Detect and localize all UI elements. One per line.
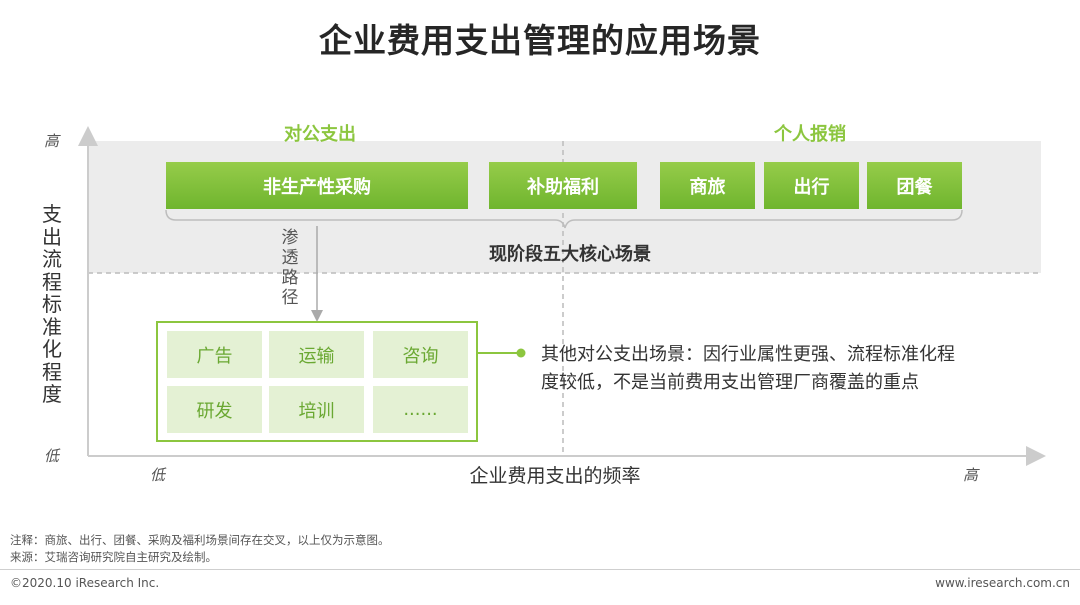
core-scene-business-travel: 商旅 <box>660 162 755 209</box>
y-axis-title: 支出流程标准化程度 <box>42 202 62 406</box>
y-axis-high-label: 高 <box>44 132 60 150</box>
core-scene-commute: 出行 <box>764 162 859 209</box>
footer-divider <box>0 569 1080 570</box>
other-scene-rnd: 研发 <box>167 386 262 433</box>
core-scene-nonproduction-procurement: 非生产性采购 <box>166 162 468 209</box>
other-scene-advertising: 广告 <box>167 331 262 378</box>
core-scenes-label: 现阶段五大核心场景 <box>489 244 651 265</box>
group-personal-reimbursement: 个人报销 <box>774 124 846 145</box>
other-scenes-description: 其他对公支出场景：因行业属性更强、流程标准化程度较低，不是当前费用支出管理厂商覆… <box>541 344 955 393</box>
x-axis-low-label: 低 <box>150 466 166 484</box>
group-corporate-expense: 对公支出 <box>284 124 356 145</box>
penetration-path-label: 渗透路径 <box>281 228 299 308</box>
x-axis-title: 企业费用支出的频率 <box>469 465 641 487</box>
other-scene-logistics: 运输 <box>269 331 364 378</box>
y-axis-low-label: 低 <box>44 447 60 465</box>
x-axis-high-label: 高 <box>963 466 979 484</box>
description-connector-dot <box>516 348 526 358</box>
website-link[interactable]: www.iresearch.com.cn <box>935 576 1070 590</box>
other-scene-more: ...... <box>373 386 468 433</box>
diagram-canvas <box>78 126 1046 466</box>
other-scene-consulting: 咨询 <box>373 331 468 378</box>
source-note: 来源：艾瑞咨询研究院自主研究及绘制。 <box>10 550 217 564</box>
other-scene-training: 培训 <box>269 386 364 433</box>
footnote: 注释：商旅、出行、团餐、采购及福利场景间存在交叉，以上仅为示意图。 <box>10 533 390 547</box>
core-scene-group-meals: 团餐 <box>867 162 962 209</box>
core-scene-benefits: 补助福利 <box>489 162 637 209</box>
copyright: ©2020.10 iResearch Inc. <box>10 576 160 590</box>
